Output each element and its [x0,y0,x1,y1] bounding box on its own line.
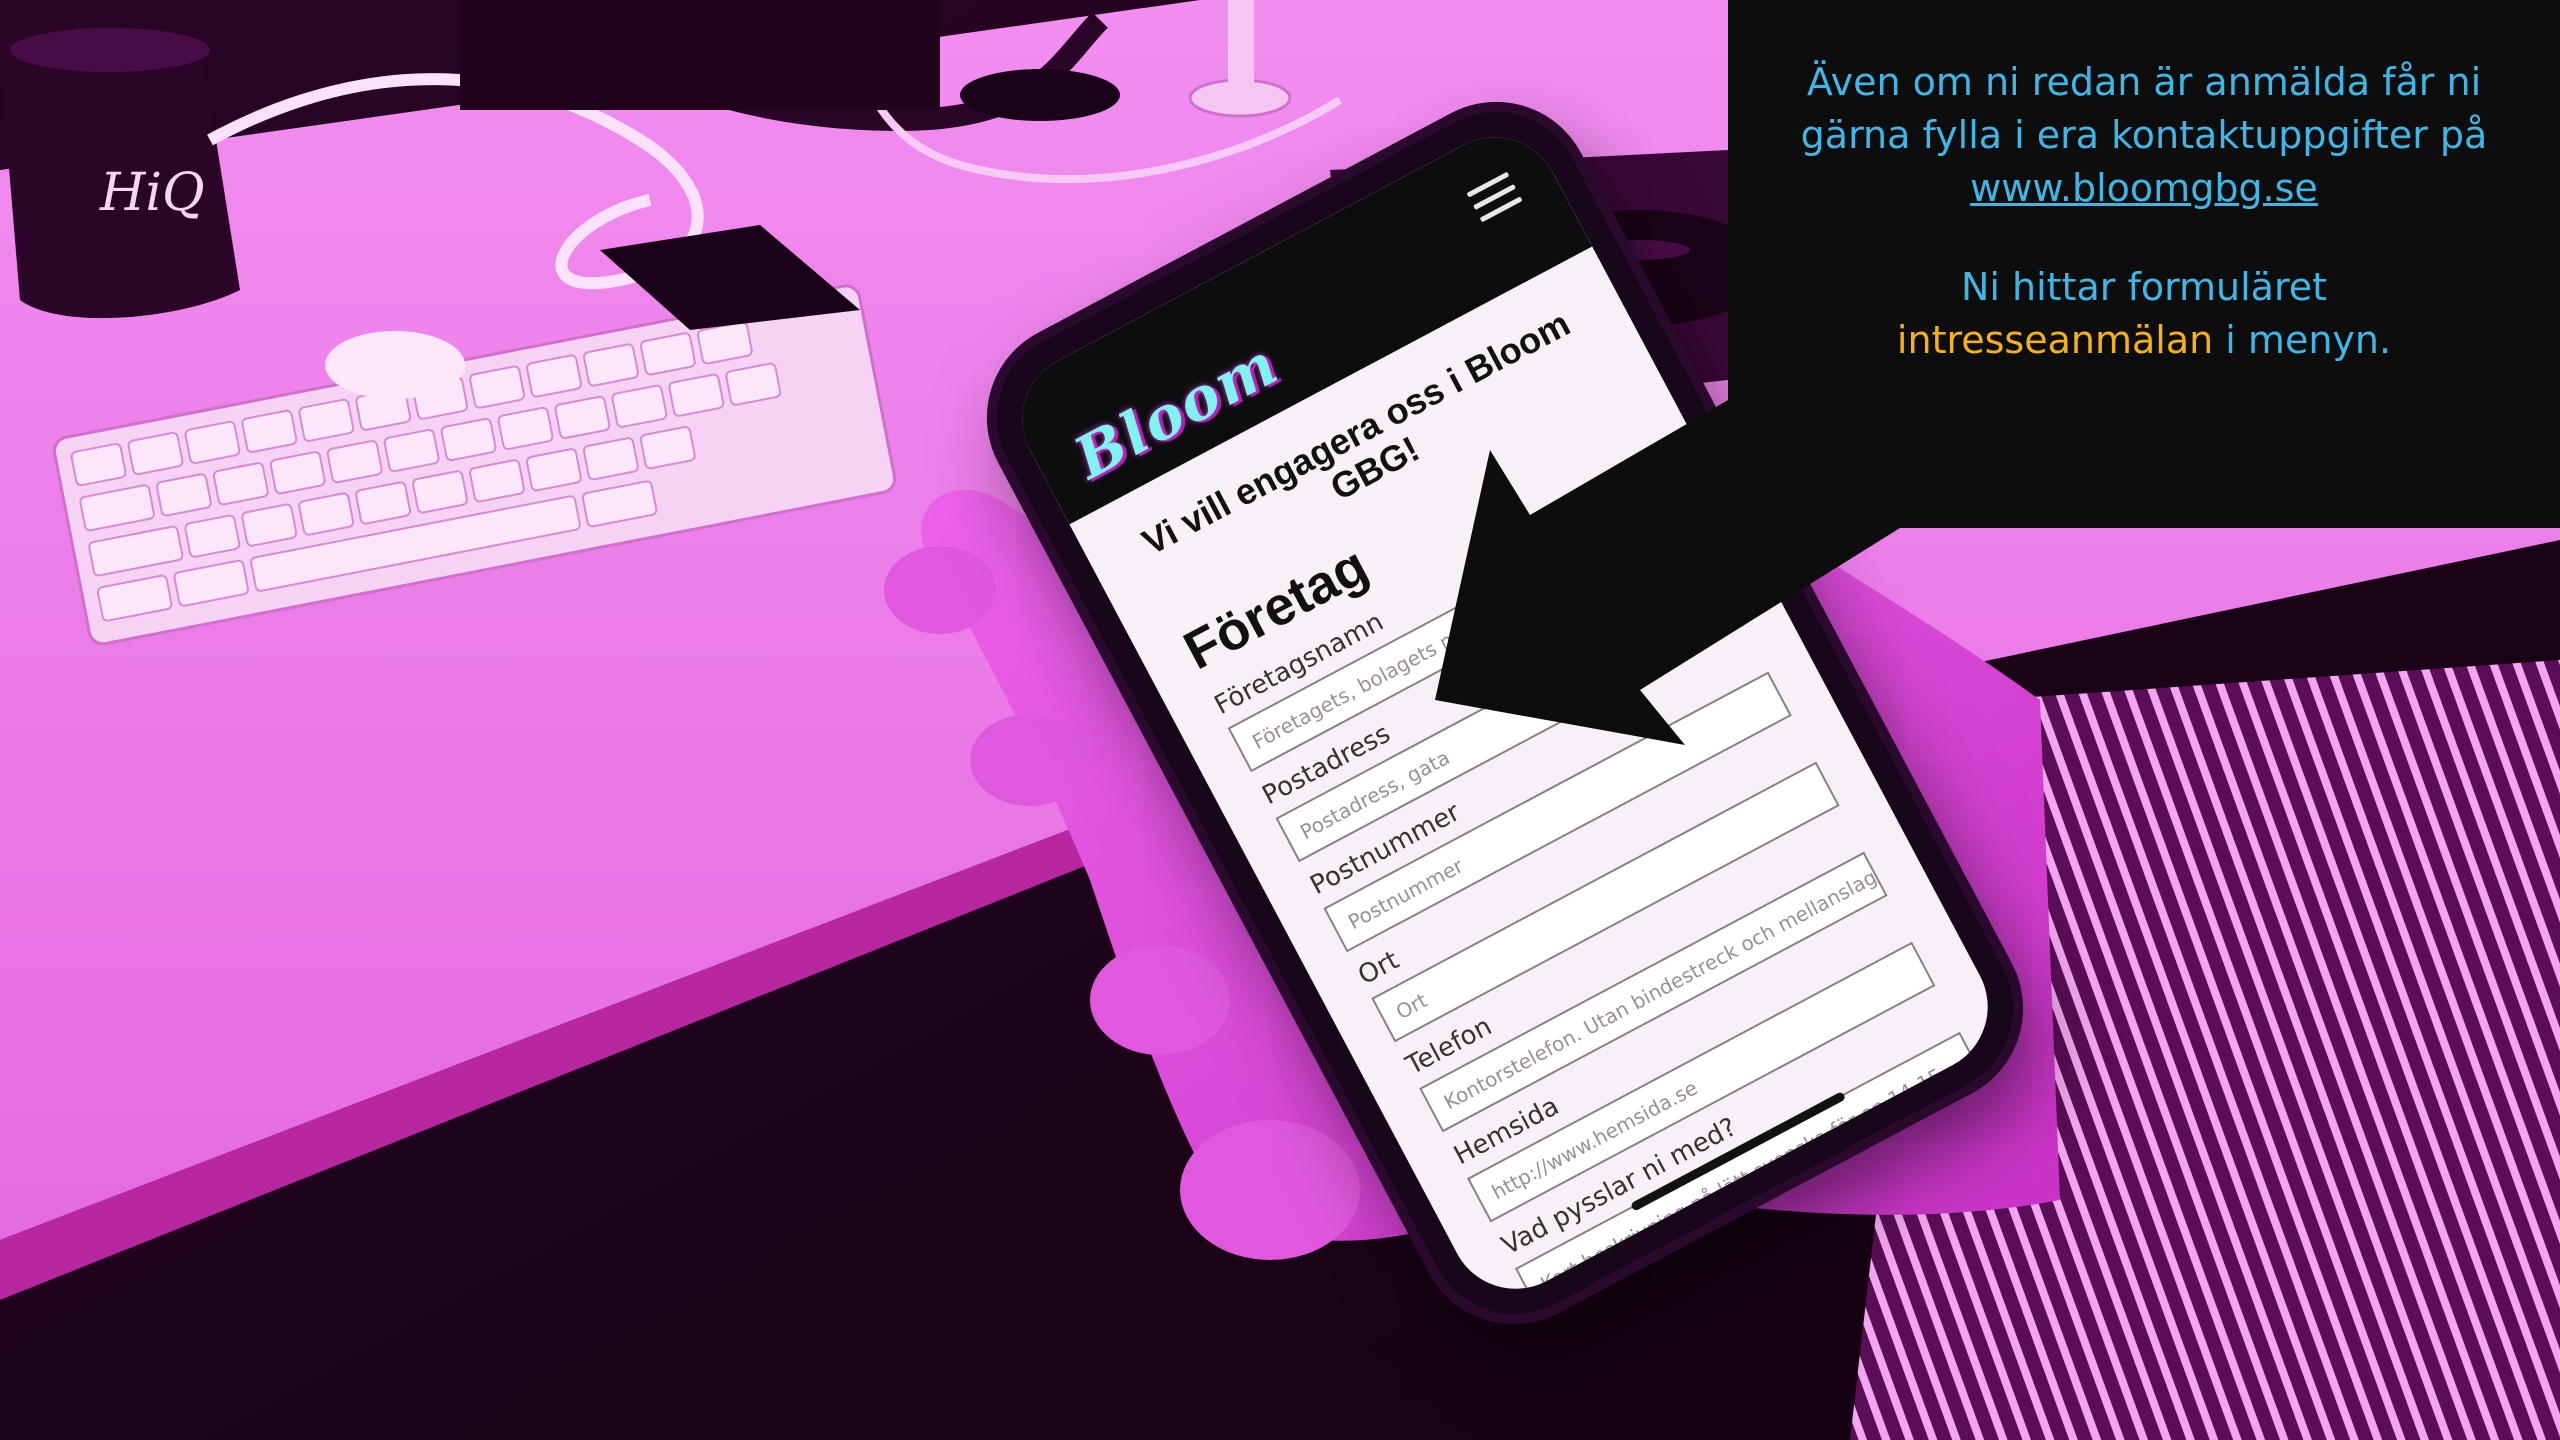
callout-line-2: gärna fylla i era kontaktuppgifter på [1800,113,2488,157]
callout-text: Även om ni redan är anmälda får ni gärna… [1728,56,2560,367]
callout-line-4-rest: i menyn. [2213,318,2392,362]
callout-line-3: Ni hittar formuläret [1960,265,2328,309]
website-link[interactable]: www.bloomgbg.se [1970,166,2318,210]
callout-line-1: Även om ni redan är anmälda får ni [1806,60,2482,104]
callout-line-4: intresseanmälan i menyn. [1728,314,2560,367]
callout-box: Även om ni redan är anmälda får ni gärna… [1728,0,2560,528]
highlight-intresseanmalan: intresseanmälan [1896,318,2214,362]
